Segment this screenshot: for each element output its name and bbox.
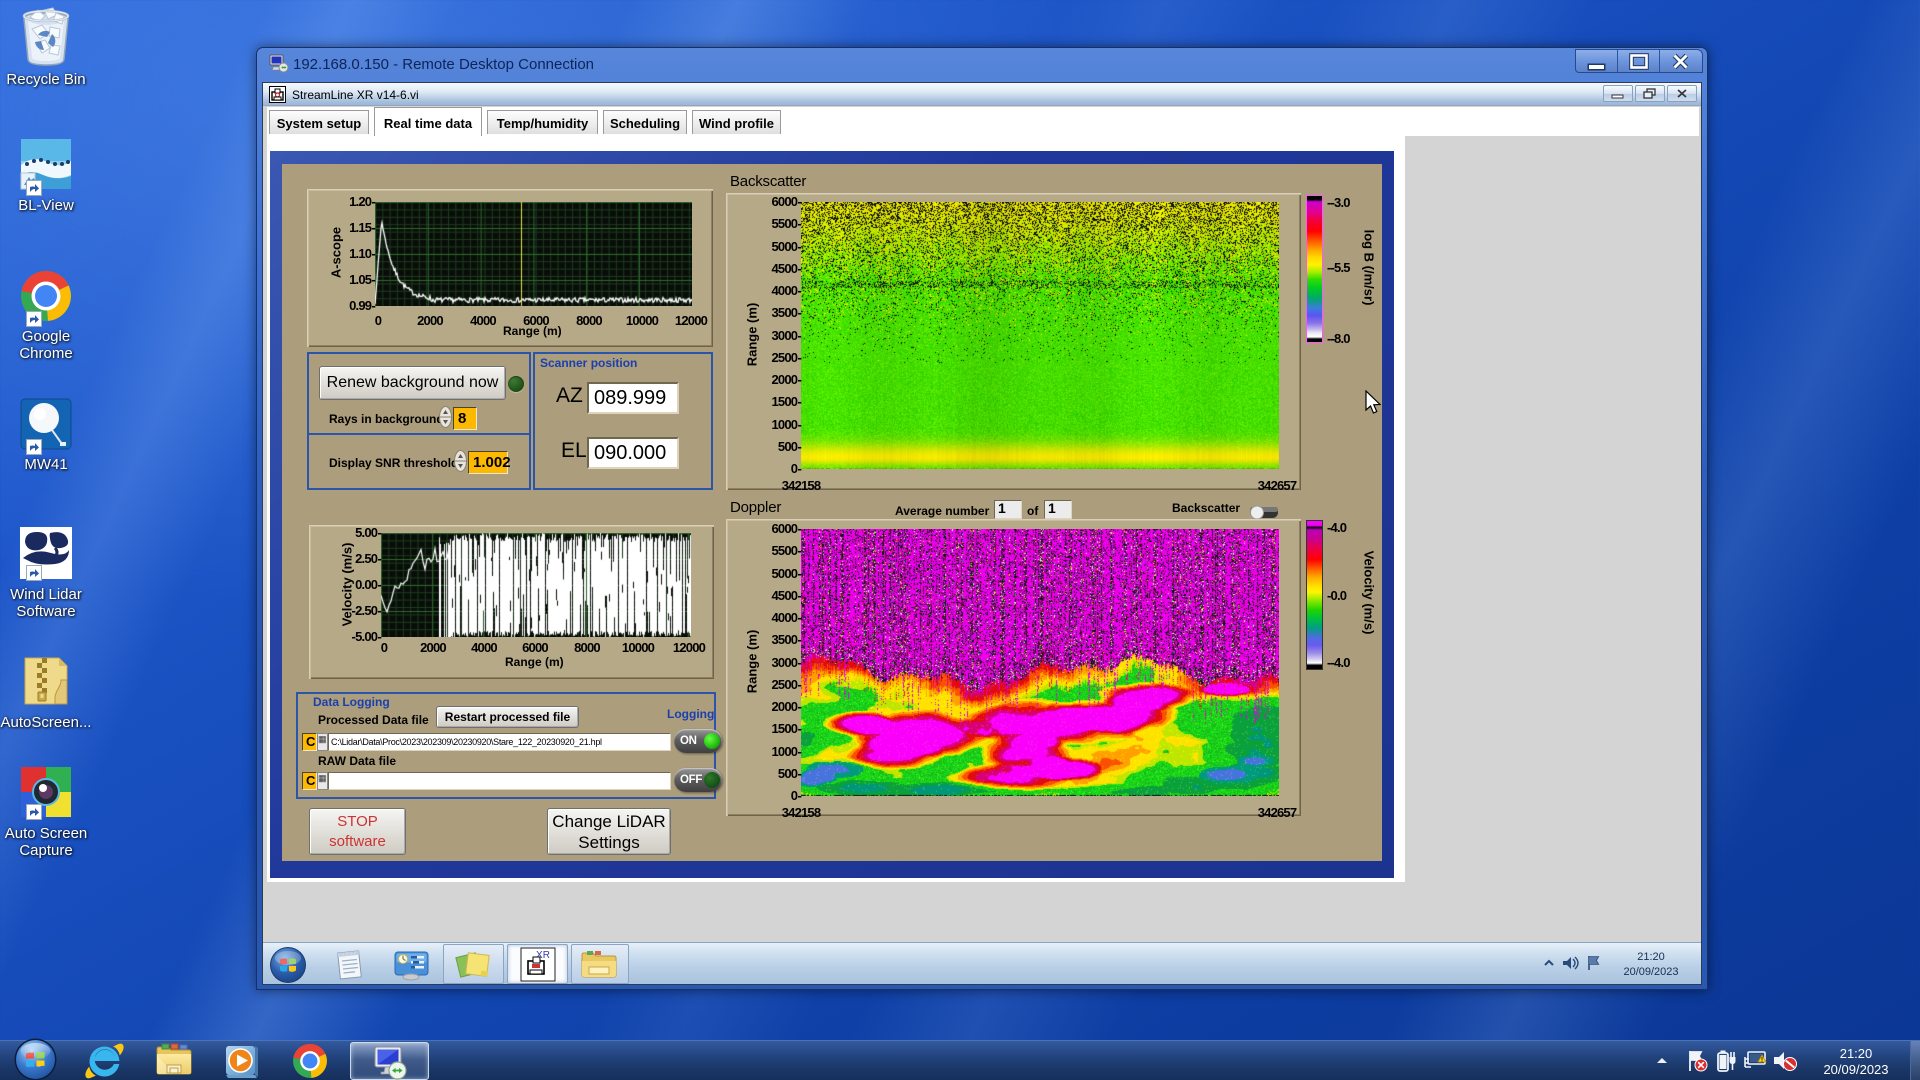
svg-text:!: ! <box>1761 1057 1763 1063</box>
